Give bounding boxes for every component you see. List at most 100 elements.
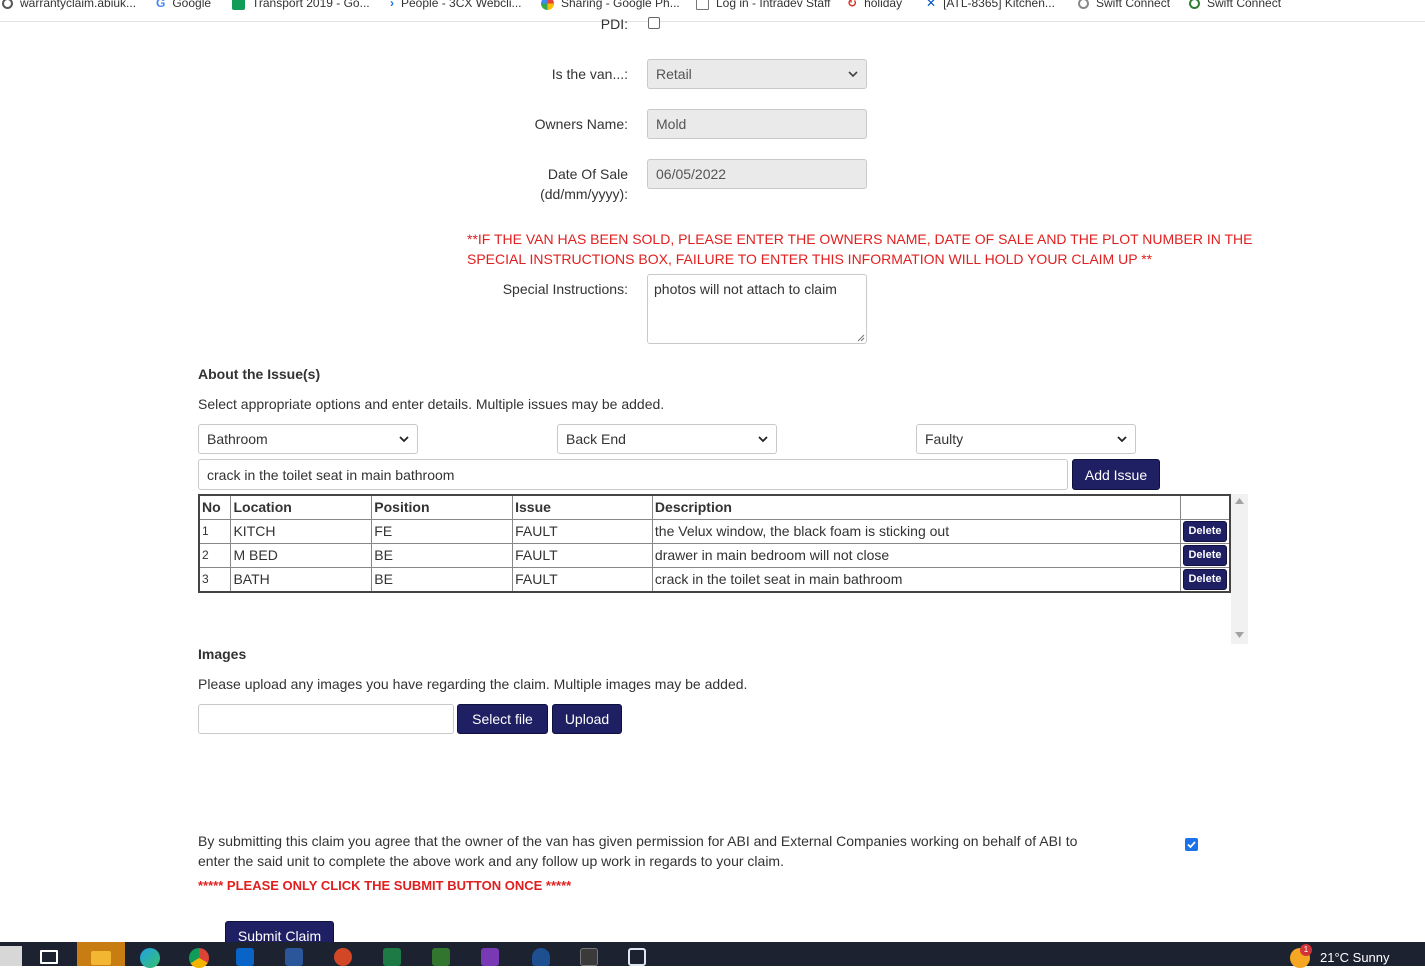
chrome-icon[interactable] xyxy=(189,948,209,968)
sheets-icon xyxy=(232,0,245,10)
column-issue: Issue xyxy=(512,494,653,520)
delete-button[interactable]: Delete xyxy=(1182,520,1227,542)
refresh-icon: ↻ xyxy=(847,0,858,10)
photos-icon xyxy=(541,0,554,10)
submit-once-warning: ***** PLEASE ONLY CLICK THE SUBMIT BUTTO… xyxy=(198,878,572,893)
google-icon: G xyxy=(156,0,166,10)
row-issue: FAULT xyxy=(512,542,653,568)
issue-description-input[interactable]: crack in the toilet seat in main bathroo… xyxy=(198,459,1068,490)
row-actions: Delete xyxy=(1179,542,1231,568)
location-select[interactable]: Bathroom xyxy=(198,424,418,454)
onenote-icon[interactable] xyxy=(481,948,499,966)
edge-icon[interactable] xyxy=(140,948,160,968)
sold-warning-line-2: SPECIAL INSTRUCTIONS BOX, FAILURE TO ENT… xyxy=(467,251,1153,267)
sold-warning-line-1: **IF THE VAN HAS BEEN SOLD, PLEASE ENTER… xyxy=(467,231,1253,247)
consent-text-line-2: enter the said unit to complete the abov… xyxy=(198,853,784,869)
special-instructions-textarea[interactable]: photos will not attach to claim xyxy=(647,274,867,344)
3cx-icon[interactable] xyxy=(580,948,598,966)
select-file-button[interactable]: Select file xyxy=(457,704,548,734)
special-instructions-label: Special Instructions: xyxy=(502,281,628,297)
row-no: 1 xyxy=(198,518,232,544)
issues-scrollbar[interactable] xyxy=(1231,494,1248,644)
issue-type-select-value: Faulty xyxy=(925,431,964,447)
scroll-up-icon[interactable] xyxy=(1235,498,1244,504)
position-select[interactable]: Back End xyxy=(557,424,777,454)
upload-button[interactable]: Upload xyxy=(552,704,622,734)
consent-text-line-1: By submitting this claim you agree that … xyxy=(198,833,1078,849)
bookmark-jira[interactable]: ✕ [ATL-8365] Kitchen... xyxy=(926,0,1055,10)
globe-icon xyxy=(2,0,13,9)
word-icon[interactable] xyxy=(285,948,303,966)
bookmarks-bar: warrantyclaim.abiuk... G Google Transport… xyxy=(0,0,1425,22)
column-location: Location xyxy=(230,494,373,520)
resize-handle-icon[interactable] xyxy=(857,334,865,342)
special-instructions-value: photos will not attach to claim xyxy=(654,281,837,297)
owner-name-input[interactable]: Mold xyxy=(647,109,867,139)
bookmark-warrantyclaim[interactable]: warrantyclaim.abiuk... xyxy=(2,0,136,10)
bookmark-google-photos[interactable]: Sharing - Google Ph... xyxy=(541,0,680,10)
outlook-icon[interactable] xyxy=(236,948,254,966)
globe-icon xyxy=(1078,0,1089,9)
row-position: FE xyxy=(371,518,514,544)
row-description: crack in the toilet seat in main bathroo… xyxy=(651,566,1181,592)
date-format-label: (dd/mm/yyyy): xyxy=(540,186,628,202)
checkmark-icon xyxy=(1187,841,1196,849)
bookmark-transport[interactable]: Transport 2019 - Go... xyxy=(232,0,370,10)
bookmark-intradev[interactable]: Log in - Intradev Staff xyxy=(696,0,831,10)
issues-table: No Location Position Issue Description 1… xyxy=(198,494,1231,593)
file-explorer-active-icon[interactable] xyxy=(77,942,125,966)
date-of-sale-label: Date Of Sale xyxy=(547,166,628,182)
delete-button[interactable]: Delete xyxy=(1182,568,1227,590)
row-position: BE xyxy=(371,542,514,568)
bookmark-people-3cx[interactable]: › People - 3CX Webcli... xyxy=(390,0,522,10)
bookmark-holiday[interactable]: ↻ holiday xyxy=(847,0,902,10)
bookmark-google[interactable]: G Google xyxy=(156,0,211,10)
scroll-down-icon[interactable] xyxy=(1235,632,1244,638)
row-issue: FAULT xyxy=(512,566,653,592)
row-location: KITCH xyxy=(230,518,373,544)
issues-table-header: No Location Position Issue Description xyxy=(198,494,1231,520)
chevron-down-icon xyxy=(399,436,409,443)
row-position: BE xyxy=(371,566,514,592)
jira-icon: ✕ xyxy=(926,0,937,10)
issues-heading: About the Issue(s) xyxy=(198,366,321,382)
file-path-input[interactable] xyxy=(198,704,454,734)
row-actions: Delete xyxy=(1179,518,1231,544)
bookmark-swift-connect-1[interactable]: Swift Connect xyxy=(1078,0,1170,10)
pdi-label: PDI: xyxy=(600,16,628,32)
notification-badge: 1 xyxy=(1300,944,1312,956)
images-heading: Images xyxy=(198,646,247,662)
row-location: M BED xyxy=(230,542,373,568)
row-description: the Velux window, the black foam is stic… xyxy=(651,518,1181,544)
start-icon[interactable] xyxy=(0,946,22,966)
weather-text[interactable]: 21°C Sunny xyxy=(1320,950,1390,965)
table-row: 3 BATH BE FAULT crack in the toilet seat… xyxy=(198,566,1231,592)
pdi-checkbox[interactable] xyxy=(648,17,660,29)
chevron-down-icon xyxy=(1117,436,1127,443)
consent-checkbox[interactable] xyxy=(1185,838,1198,851)
box-icon[interactable] xyxy=(628,948,646,966)
windows-taskbar: 1 21°C Sunny xyxy=(0,942,1425,968)
row-issue: FAULT xyxy=(512,518,653,544)
bookmark-swift-connect-2[interactable]: Swift Connect xyxy=(1189,0,1281,10)
defender-icon[interactable] xyxy=(532,948,550,966)
issue-type-select[interactable]: Faulty xyxy=(916,424,1136,454)
images-intro: Please upload any images you have regard… xyxy=(198,676,748,692)
globe-icon xyxy=(1189,0,1200,9)
add-issue-button[interactable]: Add Issue xyxy=(1072,459,1160,490)
location-select-value: Bathroom xyxy=(207,431,268,447)
task-view-icon[interactable] xyxy=(40,950,58,964)
row-no: 2 xyxy=(198,542,232,568)
van-type-select[interactable]: Retail xyxy=(647,59,867,89)
excel-icon[interactable] xyxy=(383,948,401,966)
project-icon[interactable] xyxy=(432,948,450,966)
position-select-value: Back End xyxy=(566,431,626,447)
powerpoint-icon[interactable] xyxy=(334,948,352,966)
chevron-down-icon xyxy=(848,71,858,78)
table-row: 2 M BED BE FAULT drawer in main bedroom … xyxy=(198,542,1231,568)
delete-button[interactable]: Delete xyxy=(1182,544,1227,566)
owner-name-label: Owners Name: xyxy=(534,116,628,132)
date-of-sale-input[interactable]: 06/05/2022 xyxy=(647,159,867,189)
column-actions xyxy=(1179,494,1231,520)
table-row: 1 KITCH FE FAULT the Velux window, the b… xyxy=(198,518,1231,544)
